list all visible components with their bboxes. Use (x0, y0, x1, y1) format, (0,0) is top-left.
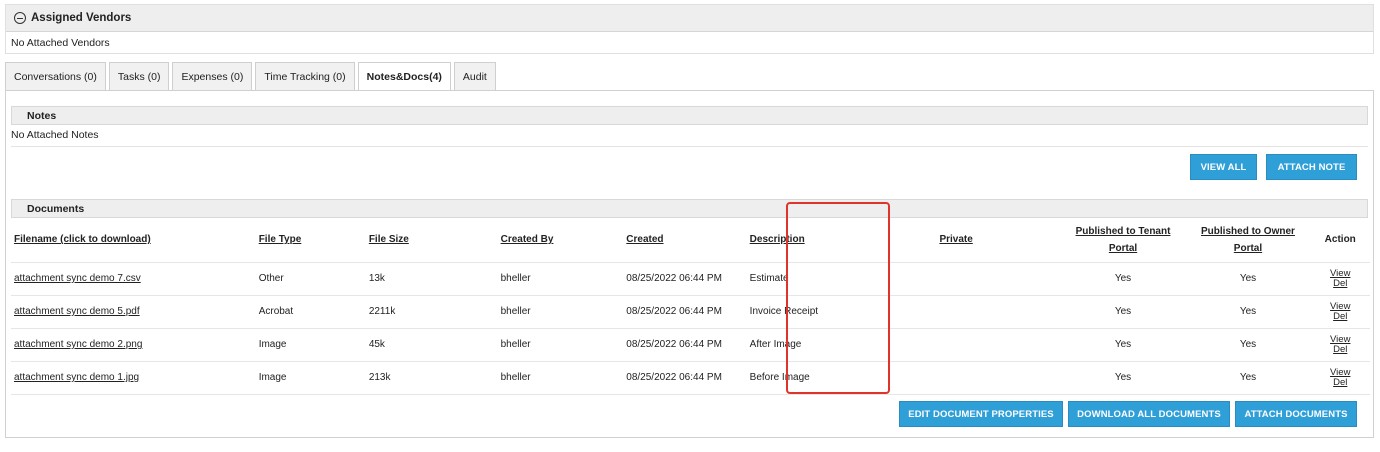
private-cell (851, 294, 1061, 328)
file-type-cell: Image (255, 360, 366, 395)
filename-link[interactable]: attachment sync demo 5.pdf (14, 306, 140, 317)
documents-table: Filename (click to download) File Type F… (11, 218, 1370, 395)
file-type-cell: Acrobat (255, 294, 366, 328)
attach-note-button[interactable]: ATTACH NOTE (1266, 154, 1357, 180)
filename-link[interactable]: attachment sync demo 1.jpg (14, 372, 139, 383)
column-header-created[interactable]: Created (623, 218, 746, 262)
owner-portal-cell: Yes (1185, 294, 1311, 328)
file-size-cell: 13k (365, 261, 498, 295)
column-header-description[interactable]: Description (747, 218, 852, 262)
table-row: attachment sync demo 1.jpg Image 213k bh… (11, 360, 1370, 395)
created-cell: 08/25/2022 06:44 PM (623, 261, 747, 295)
table-row: attachment sync demo 7.csv Other 13k bhe… (11, 261, 1370, 295)
tab-conversations[interactable]: Conversations (0) (5, 62, 106, 90)
delete-link[interactable]: Del (1333, 377, 1347, 388)
assigned-vendors-panel: Assigned Vendors No Attached Vendors (5, 4, 1374, 54)
description-cell: Before Image (746, 360, 852, 395)
notes-divider (11, 146, 1368, 147)
collapse-circle-icon[interactable] (14, 12, 26, 24)
assigned-vendors-header[interactable]: Assigned Vendors (6, 5, 1373, 32)
owner-portal-cell: Yes (1185, 327, 1311, 361)
column-header-file-type[interactable]: File Type (256, 218, 366, 262)
column-header-private[interactable]: Private (852, 218, 1061, 262)
notes-section-header: Notes (11, 106, 1368, 125)
filename-link[interactable]: attachment sync demo 2.png (14, 339, 142, 350)
attach-documents-button[interactable]: ATTACH DOCUMENTS (1235, 401, 1357, 427)
table-row: attachment sync demo 2.png Image 45k bhe… (11, 327, 1370, 361)
created-by-cell: bheller (497, 261, 624, 295)
filename-link[interactable]: attachment sync demo 7.csv (14, 273, 141, 284)
file-size-cell: 213k (365, 360, 498, 395)
column-header-created-by[interactable]: Created By (498, 218, 624, 262)
tab-time-tracking[interactable]: Time Tracking (0) (255, 62, 355, 90)
private-cell (851, 261, 1061, 295)
tab-notes-docs[interactable]: Notes&Docs(4) (357, 62, 451, 91)
documents-section-header: Documents (11, 199, 1368, 218)
description-cell: Invoice Receipt (746, 294, 852, 328)
notes-empty-text: No Attached Notes (11, 129, 99, 141)
published-tenant-line2: Portal (1108, 242, 1138, 254)
tab-bar: Conversations (0) Tasks (0) Expenses (0)… (5, 62, 496, 91)
delete-link[interactable]: Del (1333, 278, 1347, 289)
column-header-published-owner[interactable]: Published to Owner Portal (1186, 218, 1311, 262)
assigned-vendors-title: Assigned Vendors (31, 12, 132, 24)
tenant-portal-cell: Yes (1060, 360, 1186, 395)
action-cell: View Del (1310, 360, 1370, 395)
table-header-row: Filename (click to download) File Type F… (11, 218, 1370, 262)
published-owner-line1: Published to Owner (1201, 225, 1295, 237)
file-size-cell: 45k (365, 327, 498, 361)
column-header-action: Action (1324, 234, 1356, 246)
created-by-cell: bheller (497, 327, 624, 361)
tab-audit[interactable]: Audit (453, 62, 496, 90)
private-cell (851, 327, 1061, 361)
created-by-cell: bheller (497, 360, 624, 395)
published-tenant-line1: Published to Tenant (1075, 225, 1171, 237)
created-by-cell: bheller (497, 294, 624, 328)
tab-tasks[interactable]: Tasks (0) (108, 62, 170, 90)
vendors-empty-text: No Attached Vendors (11, 37, 110, 49)
edit-document-properties-button[interactable]: EDIT DOCUMENT PROPERTIES (899, 401, 1063, 427)
published-owner-line2: Portal (1233, 242, 1263, 254)
notes-docs-panel: Notes No Attached Notes VIEW ALL ATTACH … (5, 90, 1374, 438)
created-cell: 08/25/2022 06:44 PM (623, 360, 747, 395)
created-cell: 08/25/2022 06:44 PM (623, 294, 747, 328)
table-row: attachment sync demo 5.pdf Acrobat 2211k… (11, 294, 1370, 328)
tenant-portal-cell: Yes (1060, 294, 1186, 328)
owner-portal-cell: Yes (1185, 261, 1311, 295)
tab-expenses[interactable]: Expenses (0) (172, 62, 253, 90)
column-header-published-tenant[interactable]: Published to Tenant Portal (1061, 218, 1186, 262)
file-size-cell: 2211k (365, 294, 498, 328)
delete-link[interactable]: Del (1333, 311, 1347, 322)
tenant-portal-cell: Yes (1060, 261, 1186, 295)
description-cell: After Image (746, 327, 852, 361)
file-type-cell: Other (255, 261, 366, 295)
delete-link[interactable]: Del (1333, 344, 1347, 355)
action-cell: View Del (1310, 327, 1370, 361)
column-header-filename[interactable]: Filename (click to download) (11, 218, 256, 262)
file-type-cell: Image (255, 327, 366, 361)
private-cell (851, 360, 1061, 395)
description-cell: Estimate (746, 261, 852, 295)
tenant-portal-cell: Yes (1060, 327, 1186, 361)
created-cell: 08/25/2022 06:44 PM (623, 327, 747, 361)
view-all-button[interactable]: VIEW ALL (1190, 154, 1257, 180)
column-header-file-size[interactable]: File Size (366, 218, 498, 262)
owner-portal-cell: Yes (1185, 360, 1311, 395)
action-cell: View Del (1310, 261, 1370, 295)
download-all-documents-button[interactable]: DOWNLOAD ALL DOCUMENTS (1068, 401, 1230, 427)
action-cell: View Del (1310, 294, 1370, 328)
